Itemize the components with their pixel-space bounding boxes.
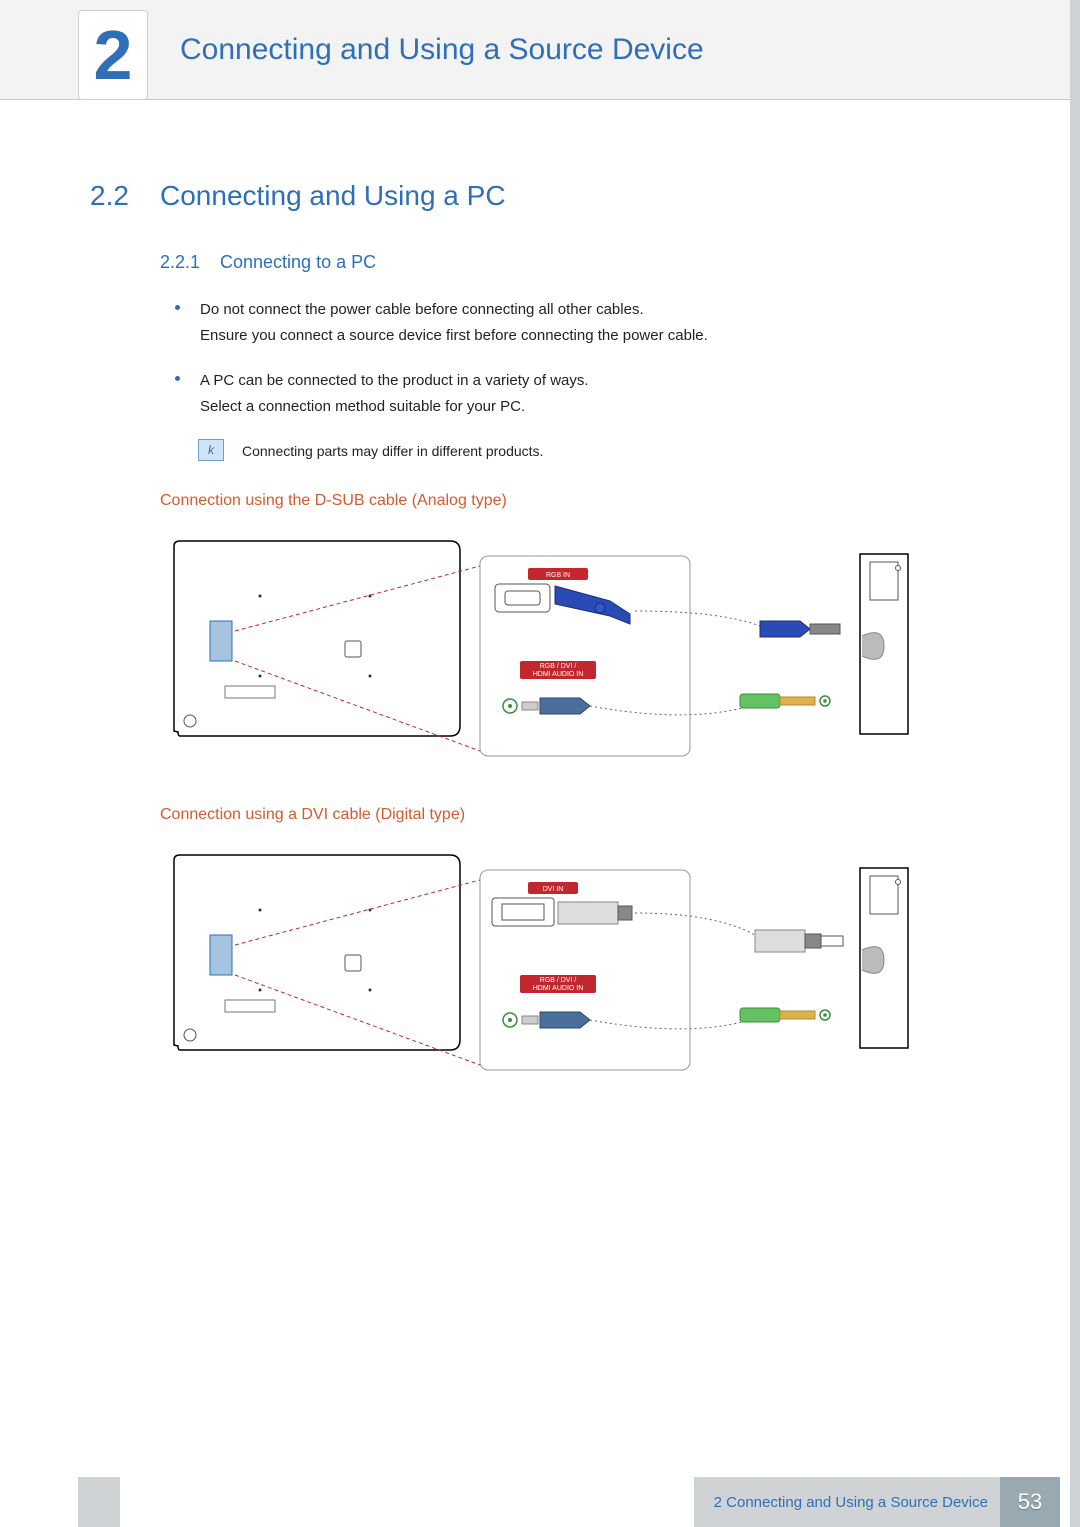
audio-plug-icon	[740, 1008, 830, 1022]
port-label: HDMI AUDIO IN	[533, 985, 584, 992]
bullet-line: Select a connection method suitable for …	[200, 398, 525, 415]
note-icon: k	[198, 439, 224, 461]
note: k Connecting parts may differ in differe…	[198, 439, 980, 462]
port-label: HDMI AUDIO IN	[533, 671, 584, 678]
pc-tower-icon	[860, 868, 908, 1048]
footer-accent	[78, 1477, 120, 1527]
diagram-heading: Connection using the D-SUB cable (Analog…	[160, 492, 980, 510]
chapter-title: Connecting and Using a Source Device	[180, 33, 704, 67]
bullet-line: A PC can be connected to the product in …	[200, 372, 589, 389]
footer-text: 2 Connecting and Using a Source Device	[714, 1494, 988, 1511]
port-label: RGB / DVI /	[540, 977, 577, 984]
chapter-header: 2 Connecting and Using a Source Device	[0, 0, 1070, 100]
section-title: Connecting and Using a PC	[160, 180, 506, 212]
diagram-heading: Connection using a DVI cable (Digital ty…	[160, 806, 980, 824]
connection-diagram-dvi: DVI IN RGB / DVI / HDMI AUDIO IN	[160, 840, 920, 1090]
pc-tower-icon	[860, 554, 908, 734]
bullet-line: Ensure you connect a source device first…	[200, 327, 708, 344]
chapter-number: 2	[94, 20, 133, 90]
port-label: RGB / DVI /	[540, 663, 577, 670]
list-item: A PC can be connected to the product in …	[175, 368, 980, 419]
section-number: 2.2	[90, 180, 160, 212]
chapter-badge: 2	[78, 10, 148, 100]
subsection-title: Connecting to a PC	[220, 252, 376, 273]
content-area: 2.2 Connecting and Using a PC 2.2.1 Conn…	[0, 100, 1070, 1090]
bullet-text: Do not connect the power cable before co…	[200, 297, 708, 348]
note-text: Connecting parts may differ in different…	[242, 439, 543, 462]
audio-plug-icon	[740, 694, 830, 708]
list-item: Do not connect the power cable before co…	[175, 297, 980, 348]
bullet-line: Do not connect the power cable before co…	[200, 301, 644, 318]
section-heading: 2.2 Connecting and Using a PC	[90, 180, 980, 212]
subsection-heading: 2.2.1 Connecting to a PC	[160, 252, 980, 273]
dvi-plug-icon	[755, 930, 843, 952]
page-footer: 2 Connecting and Using a Source Device 5…	[0, 1477, 1060, 1527]
port-label: DVI IN	[543, 886, 564, 893]
monitor-rear-icon	[174, 855, 460, 1050]
port-label: RGB IN	[546, 572, 570, 579]
bullet-list: Do not connect the power cable before co…	[175, 297, 980, 419]
subsection-number: 2.2.1	[160, 252, 220, 273]
footer-chapter-ref: 2 Connecting and Using a Source Device	[694, 1477, 1000, 1527]
connection-diagram-dsub: RGB IN RGB / DVI / HDMI AUDIO IN	[160, 526, 920, 776]
monitor-rear-icon	[174, 541, 460, 736]
bullet-icon	[175, 376, 180, 381]
bullet-text: A PC can be connected to the product in …	[200, 368, 589, 419]
dvi-connector-icon	[492, 898, 632, 926]
page: 2 Connecting and Using a Source Device 2…	[0, 0, 1080, 1527]
page-number: 53	[1000, 1477, 1060, 1527]
dsub-plug-icon	[760, 621, 840, 637]
bullet-icon	[175, 305, 180, 310]
